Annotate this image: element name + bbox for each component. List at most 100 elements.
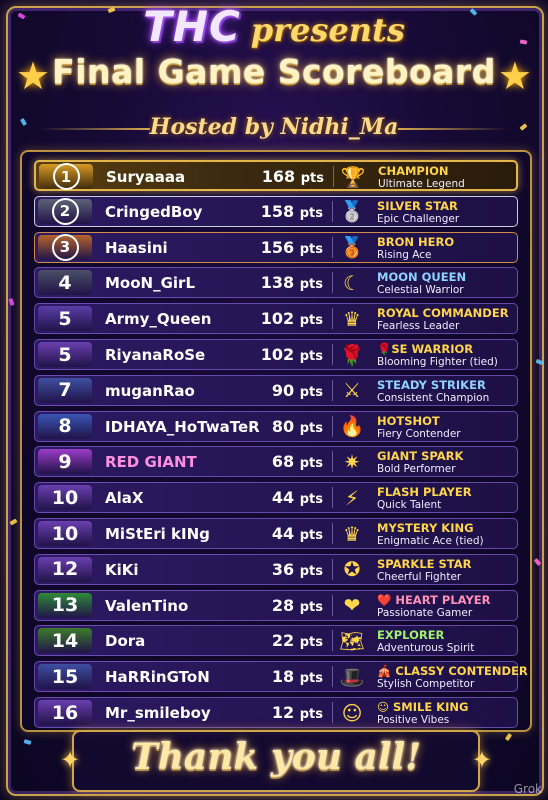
presents-text: presents	[250, 11, 405, 49]
award-title: GIANT SPARK	[377, 449, 464, 464]
brand-line: THC presents	[0, 2, 548, 51]
scoreboard-row: 10 AlaX 44 pts ⚡ FLASH PLAYER Quick Talent	[34, 482, 519, 514]
award-title: STEADY STRIKER	[377, 377, 486, 392]
award-subtitle: Ultimate Legend	[378, 178, 465, 190]
row-divider	[332, 308, 333, 330]
row-divider	[332, 594, 333, 616]
rank-badge: 15	[38, 664, 92, 690]
points-value: 12	[271, 703, 295, 722]
crown-icon: ♛	[343, 306, 361, 331]
rank-badge: 8	[38, 413, 92, 439]
scoreboard-row: 16 Mr_smileboy 12 pts ☺ ☺ SMILE KING Positive…	[34, 697, 518, 728]
award-subtitle: Fiery Contender	[377, 427, 461, 440]
points-unit: pts	[299, 420, 323, 436]
points-value: 102	[260, 345, 295, 364]
page-title: Final Game Scoreboard	[52, 52, 496, 91]
rank-number: 16	[51, 701, 79, 724]
rank-badge: 1	[39, 163, 93, 190]
row-divider	[332, 272, 333, 294]
rank-badge: 4	[38, 270, 92, 296]
scoreboard-row: 1 Suryaaaa 168 pts 🏆 CHAMPION Ultimate Legend	[34, 160, 518, 191]
player-name: AlaX	[105, 489, 144, 508]
rank-badge: 12	[38, 556, 92, 582]
rank-number: 2	[51, 197, 79, 225]
row-divider	[333, 166, 334, 187]
scoreboard-row: 5 RiyanaRoSe 102 pts 🌹 🌹SE WARRIOR Blooming F…	[34, 339, 518, 370]
award-title: FLASH PLAYER	[377, 485, 472, 500]
points-value: 168	[261, 167, 296, 186]
row-divider	[332, 630, 333, 652]
award-title: SPARKLE STAR	[377, 556, 472, 571]
brand-logo: THC	[143, 2, 241, 51]
points-unit: pts	[299, 205, 323, 221]
row-divider	[332, 666, 333, 688]
scoreboard-row: 5 Army_Queen 102 pts ♛ ROYAL COMMANDER Fearle…	[34, 303, 519, 335]
rank-badge: 7	[38, 377, 92, 403]
points-unit: pts	[299, 313, 323, 329]
points-value: 90	[271, 380, 295, 400]
row-divider	[332, 451, 333, 473]
thank-you-text: Thank you all!	[130, 736, 422, 778]
player-points: 156 pts	[231, 238, 323, 257]
rank-badge: 16	[38, 700, 92, 725]
award-title: ❤️ HEART PLAYER	[377, 592, 491, 607]
player-points: 18 pts	[231, 667, 323, 686]
rank-number: 3	[51, 233, 79, 261]
player-points: 44 pts	[231, 488, 323, 507]
award: SILVER STAR Epic Challenger	[377, 199, 519, 226]
rank-badge: 10	[38, 485, 92, 511]
player-name: MooN_GirL	[105, 274, 195, 293]
top-hat-icon: 🎩	[339, 664, 365, 689]
award-title: HOTSHOT	[377, 413, 440, 428]
lightning-icon: ⚡	[344, 485, 360, 510]
player-points: 44 pts	[231, 524, 323, 543]
award-subtitle: Bold Performer	[377, 463, 456, 476]
crescent-moon-icon: ☾	[343, 270, 361, 295]
points-unit: pts	[299, 528, 323, 543]
award-title: BRON HERO	[377, 234, 455, 249]
hosted-divider-right	[398, 128, 508, 130]
award-title: ☺ SMILE KING	[377, 700, 469, 714]
rank-number: 5	[58, 343, 72, 366]
bronze-medal-icon: 🥉	[339, 235, 365, 260]
award-title: MOON QUEEN	[377, 270, 467, 285]
award-title: SILVER STAR	[377, 198, 458, 213]
scoreboard-row: 12 KiKi 36 pts ✪ SPARKLE STAR Cheerful Fighte…	[34, 553, 518, 585]
player-name: Suryaaaa	[106, 168, 186, 186]
award: FLASH PLAYER Quick Talent	[377, 485, 519, 512]
player-points: 102 pts	[231, 345, 323, 364]
points-unit: pts	[299, 349, 323, 364]
award-subtitle: Blooming Fighter (tied)	[377, 356, 498, 368]
award-subtitle: Quick Talent	[377, 499, 442, 512]
player-name: Army_Queen	[105, 310, 212, 329]
points-value: 68	[271, 452, 295, 472]
thank-you-banner: ✦ Thank you all! ✦	[60, 730, 492, 792]
row-divider	[332, 487, 333, 509]
row-divider	[332, 415, 333, 437]
award-title: ROYAL COMMANDER	[377, 306, 509, 321]
silver-medal-icon: 🥈	[339, 199, 365, 224]
rank-number: 14	[51, 629, 79, 652]
player-name: HaRRinGToN	[105, 668, 210, 687]
poster-header: THC presents ★ Final Game Scoreboard ★ H…	[0, 0, 548, 160]
scoreboard-row: 10 MiStEri kINg 44 pts ♛ MYSTERY KING Enigmat…	[34, 518, 518, 549]
rank-number: 1	[52, 163, 80, 190]
award: HOTSHOT Fiery Contender	[377, 414, 519, 441]
award-subtitle: Fearless Leader	[377, 320, 460, 333]
rank-number: 4	[58, 271, 72, 294]
player-points: 28 pts	[231, 596, 323, 615]
award-title: CHAMPION	[378, 164, 449, 178]
award: ❤️ HEART PLAYER Passionate Gamer	[377, 593, 519, 620]
scoreboard-row: 14 Dora 22 pts 🗺 EXPLORER Adventurous Spirit	[34, 625, 518, 657]
points-unit: pts	[299, 563, 323, 579]
player-name: muganRao	[105, 381, 195, 400]
rank-badge: 10	[38, 521, 92, 546]
award: GIANT SPARK Bold Performer	[377, 449, 519, 476]
rank-number: 7	[58, 379, 72, 402]
player-name: Mr_smileboy	[105, 704, 211, 722]
scoreboard-panel: 1 Suryaaaa 168 pts 🏆 CHAMPION Ultimate Legend…	[20, 150, 532, 732]
award: ROYAL COMMANDER Fearless Leader	[377, 306, 519, 333]
points-unit: pts	[299, 384, 323, 400]
player-name: Haasini	[105, 238, 168, 257]
player-points: 90 pts	[231, 381, 323, 400]
